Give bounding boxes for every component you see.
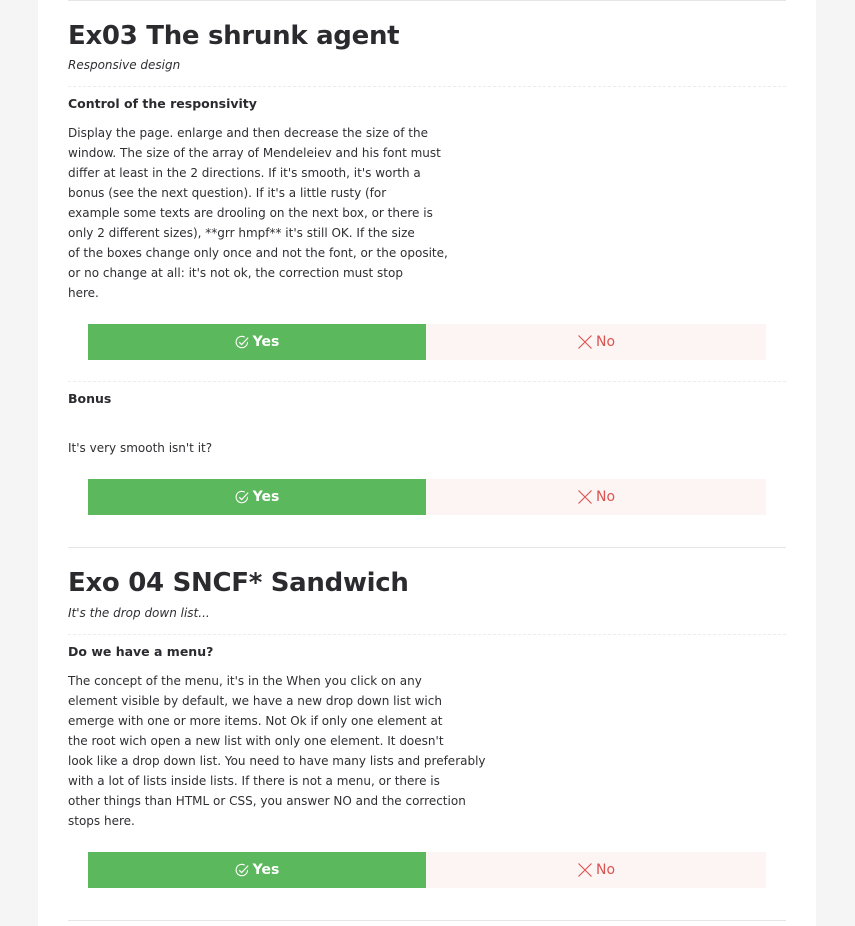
- no-button[interactable]: No: [426, 479, 766, 515]
- subtitle-divider: [68, 634, 786, 635]
- description-line: window. The size of the array of Mendele…: [68, 146, 441, 160]
- yes-button[interactable]: Yes: [88, 324, 426, 360]
- exercise-title: Ex03 The shrunk agent: [68, 21, 400, 51]
- x-cross-icon: [577, 862, 593, 878]
- no-label: No: [595, 489, 616, 505]
- subtitle-divider: [68, 86, 786, 87]
- description-line: bonus (see the next question). If it's a…: [68, 186, 387, 200]
- section-divider: [68, 547, 786, 548]
- description-line: look like a drop down list. You need to …: [68, 754, 486, 768]
- section-divider: [68, 0, 786, 1]
- description-line: element visible by default, we have a ne…: [68, 694, 442, 708]
- description-line: of the boxes change only once and not th…: [68, 246, 448, 260]
- answer-buttons: Yes No: [88, 479, 766, 515]
- answer-buttons: Yes No: [88, 324, 766, 360]
- description-line: differ at least in the 2 directions. If …: [68, 166, 421, 180]
- question-description: It's very smooth isn't it?: [68, 438, 212, 458]
- description-line: or no change at all: it's not ok, the co…: [68, 266, 403, 280]
- description-line: the root wich open a new list with only …: [68, 734, 444, 748]
- question-title: Bonus: [68, 391, 112, 406]
- x-cross-icon: [577, 489, 593, 505]
- section-divider: [68, 920, 786, 921]
- question-divider: [68, 381, 786, 382]
- yes-label: Yes: [252, 862, 280, 878]
- description-line: stops here.: [68, 814, 135, 828]
- description-line: Display the page. enlarge and then decre…: [68, 126, 428, 140]
- no-label: No: [595, 862, 616, 878]
- description-line: only 2 different sizes), **grr hmpf** it…: [68, 226, 415, 240]
- description-line: example some texts are drooling on the n…: [68, 206, 433, 220]
- question-title: Do we have a menu?: [68, 644, 214, 659]
- description-line: The concept of the menu, it's in the Whe…: [68, 674, 422, 688]
- check-circle-icon: [235, 863, 250, 878]
- yes-label: Yes: [252, 489, 280, 505]
- no-label: No: [595, 334, 616, 350]
- question-description: The concept of the menu, it's in the Whe…: [68, 671, 486, 831]
- no-button[interactable]: No: [426, 324, 766, 360]
- evaluation-sheet: Ex03 The shrunk agent Responsive design …: [38, 0, 816, 926]
- answer-buttons: Yes No: [88, 852, 766, 888]
- exercise-subtitle: It's the drop down list...: [68, 606, 210, 620]
- check-circle-icon: [235, 490, 250, 505]
- question-description: Display the page. enlarge and then decre…: [68, 123, 448, 303]
- description-line: other things than HTML or CSS, you answe…: [68, 794, 466, 808]
- x-cross-icon: [577, 334, 593, 350]
- question-title: Control of the responsivity: [68, 96, 257, 111]
- yes-button[interactable]: Yes: [88, 852, 426, 888]
- description-line: It's very smooth isn't it?: [68, 441, 213, 455]
- exercise-title: Exo 04 SNCF* Sandwich: [68, 568, 409, 598]
- description-line: here.: [68, 286, 99, 300]
- exercise-subtitle: Responsive design: [68, 58, 181, 72]
- check-circle-icon: [235, 335, 250, 350]
- no-button[interactable]: No: [426, 852, 766, 888]
- description-line: emerge with one or more items. Not Ok if…: [68, 714, 443, 728]
- yes-button[interactable]: Yes: [88, 479, 426, 515]
- yes-label: Yes: [252, 334, 280, 350]
- description-line: with a lot of lists inside lists. If the…: [68, 774, 440, 788]
